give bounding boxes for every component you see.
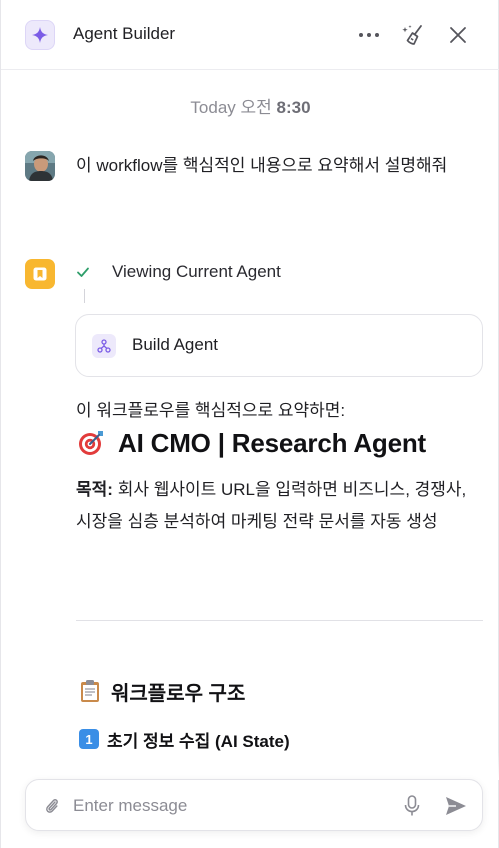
subsection-heading-text: 초기 정보 수집 (AI State) xyxy=(107,731,290,751)
more-options-button[interactable] xyxy=(354,20,384,50)
broom-sparkle-icon xyxy=(402,25,422,45)
clipboard-icon xyxy=(81,680,99,702)
target-icon xyxy=(79,431,103,455)
section-divider xyxy=(76,620,483,621)
response-heading: AI CMO | Research Agent xyxy=(76,423,426,463)
message-timestamp: Today 오전 8:30 xyxy=(1,93,499,118)
timestamp-time: 8:30 xyxy=(276,98,311,117)
purpose-label: 목적: xyxy=(76,480,113,499)
section-heading-text: 워크플로우 구조 xyxy=(111,682,246,705)
workflow-icon xyxy=(92,334,116,358)
sparkle-icon xyxy=(25,20,55,50)
message-composer xyxy=(25,779,483,831)
keycap-one-icon: 1 xyxy=(79,729,99,749)
purpose-paragraph: 목적: 회사 웹사이트 URL을 입력하면 비즈니스, 경쟁사, 시장을 심층 … xyxy=(76,474,476,538)
voice-input-button[interactable] xyxy=(400,794,424,818)
timestamp-period: 오전 xyxy=(240,98,272,117)
attach-button[interactable] xyxy=(40,794,64,818)
tool-card-label: Build Agent xyxy=(132,335,219,354)
close-icon xyxy=(450,27,466,43)
panel-title: Agent Builder xyxy=(73,24,176,43)
send-icon xyxy=(446,797,466,815)
timestamp-day: Today xyxy=(190,98,236,117)
step-connector xyxy=(84,289,85,303)
purpose-text: 회사 웹사이트 URL을 입력하면 비즈니스, 경쟁사, 시장을 심층 분석하여… xyxy=(76,480,467,531)
agent-avatar xyxy=(25,259,55,289)
heading-text: AI CMO | Research Agent xyxy=(118,427,426,458)
more-horizontal-icon xyxy=(359,33,379,37)
user-avatar xyxy=(25,151,55,181)
agent-builder-panel: Agent Builder Today 오전 8:30 이 workflow를 … xyxy=(0,0,499,848)
subsection-heading: 1 초기 정보 수집 (AI State) xyxy=(79,727,290,751)
panel-header: Agent Builder xyxy=(1,0,499,70)
bookmark-icon xyxy=(33,267,47,281)
clear-chat-button[interactable] xyxy=(398,20,428,50)
response-intro: 이 워크플로우를 핵심적으로 요약하면: xyxy=(76,401,346,420)
scroll-fade xyxy=(1,752,499,780)
send-button[interactable] xyxy=(444,794,468,818)
build-agent-card[interactable]: Build Agent xyxy=(75,314,483,377)
paperclip-icon xyxy=(46,798,58,813)
user-message: 이 workflow를 핵심적인 내용으로 요약해서 설명해줘 xyxy=(76,156,448,175)
agent-step: Viewing Current Agent xyxy=(76,260,281,284)
microphone-icon xyxy=(404,795,420,816)
close-button[interactable] xyxy=(443,20,473,50)
step-label: Viewing Current Agent xyxy=(112,262,281,281)
section-heading: 워크플로우 구조 xyxy=(79,676,245,706)
message-input[interactable] xyxy=(73,793,383,819)
check-icon xyxy=(77,267,89,277)
